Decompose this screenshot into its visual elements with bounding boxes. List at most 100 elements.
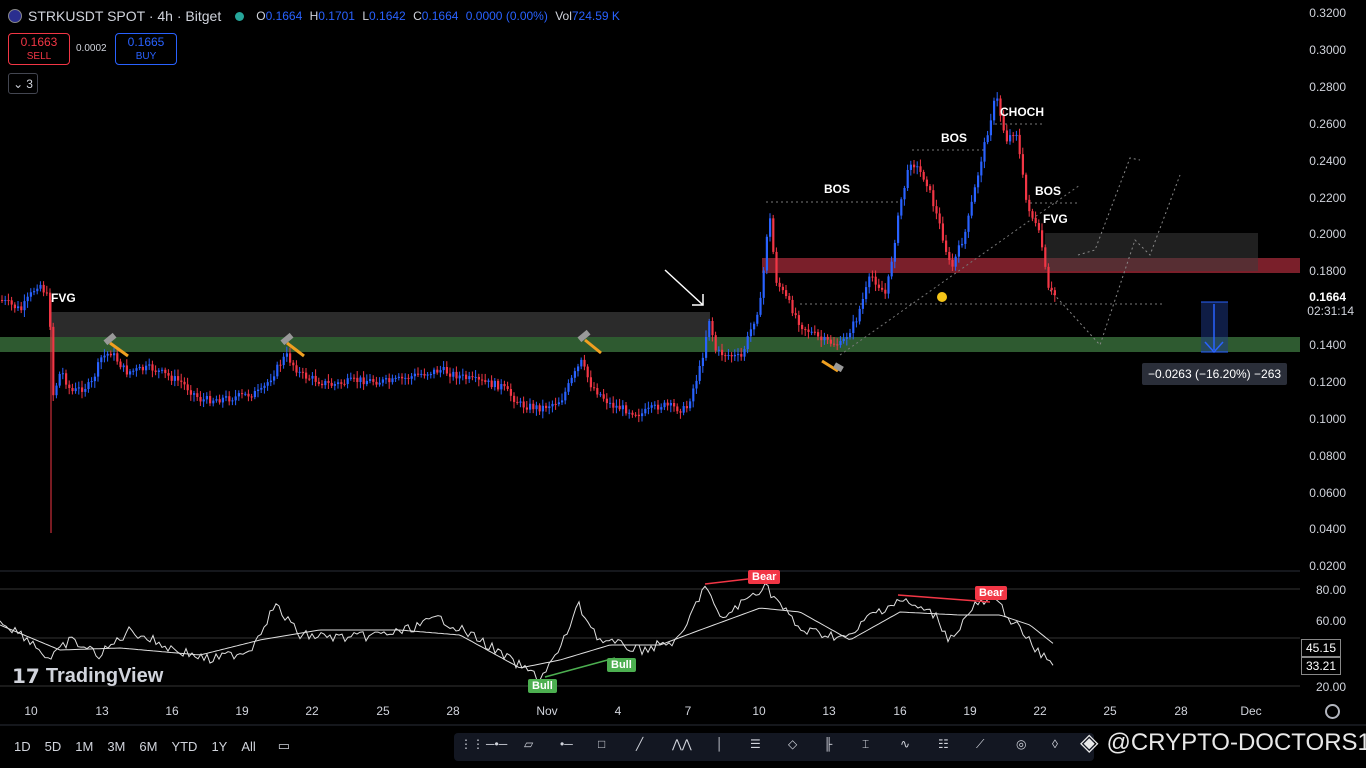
candle-body bbox=[119, 361, 122, 368]
candle-body bbox=[548, 406, 551, 409]
candle-body bbox=[349, 377, 352, 379]
candle-body bbox=[721, 349, 724, 356]
candle-body bbox=[1025, 174, 1028, 200]
candle-body bbox=[231, 400, 234, 402]
candle-body bbox=[42, 284, 45, 293]
timeframe-1m[interactable]: 1M bbox=[75, 739, 93, 754]
time-tick: Nov bbox=[536, 704, 558, 718]
symbol-header[interactable]: STRKUSDT SPOT · 4h · Bitget O0.1664 H0.1… bbox=[8, 6, 624, 26]
price-tick: 0.1400 bbox=[1309, 338, 1346, 352]
candle-body bbox=[903, 187, 906, 200]
candle-body bbox=[401, 376, 404, 379]
candle-body bbox=[817, 332, 820, 337]
timeframe-all[interactable]: All bbox=[241, 739, 255, 754]
candle-body bbox=[346, 378, 349, 385]
bull-badge: Bull bbox=[528, 679, 557, 693]
support-zone-green bbox=[0, 337, 1300, 352]
candle-body bbox=[113, 353, 116, 356]
timeframe-1y[interactable]: 1Y bbox=[211, 739, 227, 754]
path-icon[interactable]: ∿ bbox=[900, 737, 920, 757]
candle-body bbox=[637, 414, 640, 417]
buy-button[interactable]: 0.1665 BUY bbox=[115, 33, 177, 65]
eraser-icon[interactable]: ◊ bbox=[1052, 737, 1072, 757]
candle-body bbox=[621, 405, 624, 410]
gann-icon[interactable]: ☷ bbox=[938, 737, 958, 757]
candle-body bbox=[13, 304, 16, 309]
candle-body bbox=[765, 236, 768, 271]
candle-body bbox=[97, 362, 100, 377]
price-tick: 0.1800 bbox=[1309, 264, 1346, 278]
drag-handle-icon[interactable]: ⋮⋮ bbox=[460, 737, 484, 757]
candle-body bbox=[941, 223, 944, 241]
candle-body bbox=[1, 300, 4, 301]
pattern-icon[interactable]: ⋀⋀ bbox=[672, 737, 692, 757]
price-range-icon[interactable]: ⌶ bbox=[862, 737, 882, 757]
timeframe-5d[interactable]: 5D bbox=[45, 739, 62, 754]
candle-body bbox=[932, 190, 935, 207]
brush-icon[interactable]: ⟋ bbox=[976, 737, 996, 757]
vol-value: 724.59 K bbox=[571, 9, 620, 23]
symbol-title[interactable]: STRKUSDT SPOT · 4h · Bitget bbox=[28, 8, 221, 24]
candle-body bbox=[506, 386, 509, 390]
candle-body bbox=[874, 276, 877, 285]
polygon-icon[interactable]: ◇ bbox=[788, 737, 808, 757]
candle-body bbox=[241, 393, 244, 395]
timeframe-1d[interactable]: 1D bbox=[14, 739, 31, 754]
circle-icon[interactable]: ◎ bbox=[1016, 737, 1036, 757]
bos-label-2: BOS bbox=[941, 131, 968, 145]
date-range-icon[interactable]: ▭ bbox=[278, 738, 290, 754]
candle-body bbox=[1050, 287, 1053, 291]
candle-body bbox=[212, 400, 215, 404]
vol-label: Vol bbox=[555, 9, 572, 23]
indicators-toggle[interactable]: ⌄ 3 bbox=[8, 73, 38, 94]
fib-icon[interactable]: ☰ bbox=[750, 737, 770, 757]
candle-body bbox=[317, 381, 320, 384]
timeframe-ytd[interactable]: YTD bbox=[171, 739, 197, 754]
candle-body bbox=[861, 299, 864, 309]
bars-pattern-icon[interactable]: ╟ bbox=[824, 737, 844, 757]
candle-body bbox=[676, 406, 679, 412]
candle-body bbox=[253, 391, 256, 398]
candle-body bbox=[484, 380, 487, 383]
candle-body bbox=[724, 355, 727, 357]
timeframe-3m[interactable]: 3M bbox=[107, 739, 125, 754]
timeframe-6m[interactable]: 6M bbox=[139, 739, 157, 754]
candle-body bbox=[468, 376, 471, 380]
candle-body bbox=[458, 375, 461, 379]
candle-body bbox=[577, 366, 580, 372]
candle-body bbox=[708, 321, 711, 338]
horizontal-ray-icon[interactable]: ─•─ bbox=[486, 737, 507, 757]
candle-body bbox=[321, 383, 324, 386]
candle-body bbox=[151, 364, 154, 371]
chart-settings-icon[interactable] bbox=[1325, 704, 1340, 719]
candle-body bbox=[413, 373, 416, 377]
candle-body bbox=[813, 331, 816, 333]
candle-body bbox=[996, 98, 999, 101]
candle-body bbox=[689, 401, 692, 409]
candle-body bbox=[205, 396, 208, 400]
time-tick: 10 bbox=[752, 704, 766, 718]
candle-body bbox=[36, 288, 39, 292]
bos-label-1: BOS bbox=[824, 182, 851, 196]
candle-body bbox=[276, 364, 279, 377]
candle-body bbox=[810, 331, 813, 333]
candle-body bbox=[356, 377, 359, 382]
tv-logo-icon: 𝟭𝟳 bbox=[12, 666, 40, 688]
vertical-line-icon[interactable]: │ bbox=[716, 737, 736, 757]
candle-body bbox=[388, 378, 391, 383]
price-tick: 0.0600 bbox=[1309, 486, 1346, 500]
trend-line-icon[interactable]: ╱ bbox=[636, 737, 656, 757]
candle-body bbox=[925, 179, 928, 187]
candle-body bbox=[410, 376, 413, 379]
candle-body bbox=[935, 206, 938, 214]
candle-body bbox=[820, 336, 823, 341]
candle-body bbox=[138, 366, 141, 369]
parallel-channel-icon[interactable]: ▱ bbox=[524, 737, 544, 757]
candle-body bbox=[487, 380, 490, 383]
candle-body bbox=[420, 373, 423, 375]
time-tick: 16 bbox=[893, 704, 907, 718]
horizontal-line-icon[interactable]: •─ bbox=[560, 737, 580, 757]
candle-body bbox=[557, 402, 560, 405]
rectangle-icon[interactable]: □ bbox=[598, 737, 618, 757]
sell-button[interactable]: 0.1663 SELL bbox=[8, 33, 70, 65]
